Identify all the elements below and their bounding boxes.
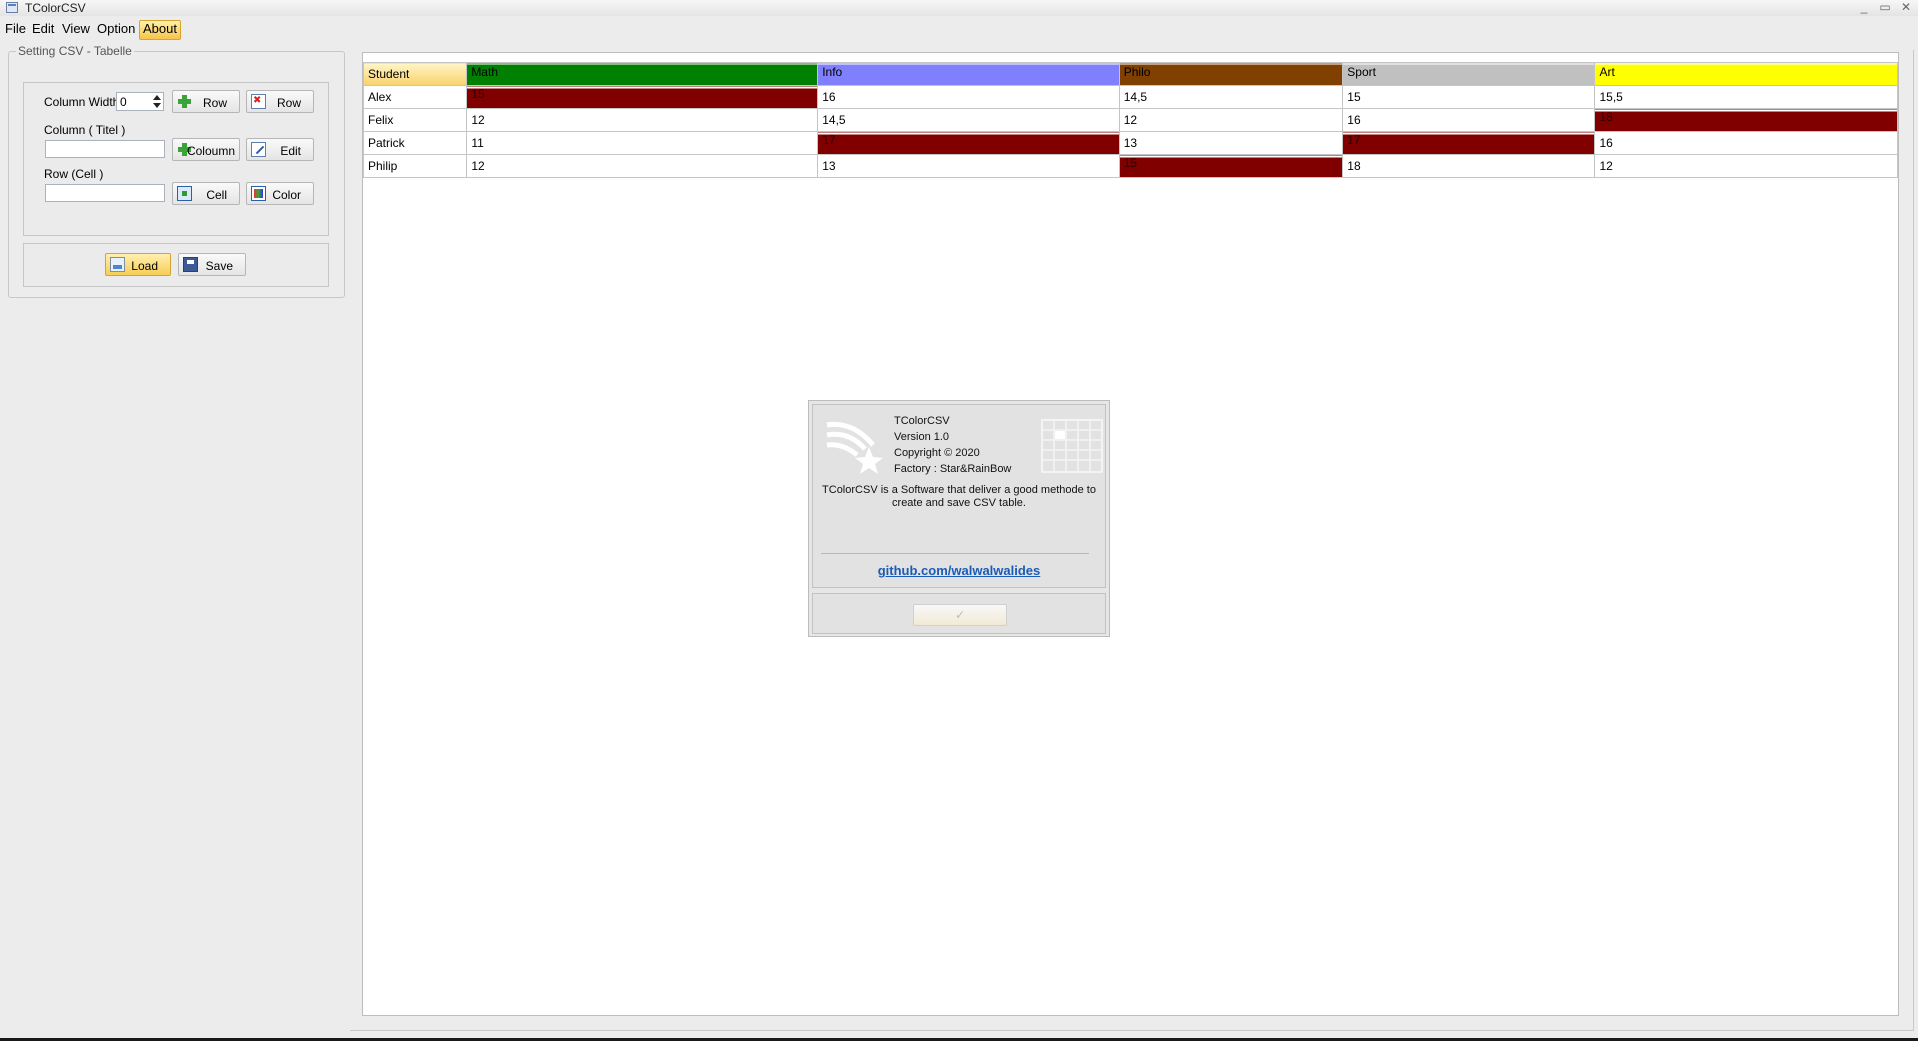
window-title: TColorCSV: [25, 1, 86, 15]
row-cell-label: Row (Cell ): [44, 167, 104, 181]
about-copyright: Copyright © 2020: [894, 447, 980, 459]
row-cell-input[interactable]: [45, 184, 165, 202]
menu-file[interactable]: File: [2, 20, 29, 38]
ok-button[interactable]: [913, 604, 1007, 626]
cell-icon: [177, 186, 192, 201]
grade-cell[interactable]: 12: [466, 108, 819, 132]
grade-cell[interactable]: 14,5: [1118, 85, 1344, 109]
minimize-icon[interactable]: _: [1855, 0, 1873, 14]
column-width-value: 0: [120, 95, 127, 109]
grade-cell[interactable]: 15: [1342, 85, 1596, 109]
grade-cell[interactable]: 15: [466, 85, 819, 109]
column-title-label: Column ( Titel ): [44, 123, 126, 137]
column-width-spinner[interactable]: 0: [116, 92, 164, 111]
about-button-panel: [812, 593, 1106, 634]
grade-cell[interactable]: 12: [466, 154, 819, 178]
grade-cell[interactable]: 18: [1594, 108, 1898, 132]
table-row[interactable]: Patrick 11 17 13 17 16: [362, 131, 1898, 155]
add-icon: [177, 94, 192, 109]
grade-cell[interactable]: 17: [817, 131, 1120, 155]
edit-column-button[interactable]: Edit: [246, 138, 314, 161]
about-content: TColorCSV Version 1.0 Copyright © 2020 F…: [812, 404, 1106, 588]
add-row-button[interactable]: Row: [172, 90, 240, 113]
github-link[interactable]: github.com/walwalwalides: [813, 563, 1105, 578]
save-icon: [183, 257, 198, 272]
delete-row-button[interactable]: Row: [246, 90, 314, 113]
grade-cell[interactable]: 18: [1342, 154, 1596, 178]
edit-label: Edit: [280, 144, 301, 158]
column-header-philo[interactable]: Philo: [1118, 62, 1344, 86]
student-name-cell[interactable]: Philip: [362, 154, 468, 178]
column-header-sport[interactable]: Sport: [1342, 62, 1596, 86]
table-logo-icon: [1041, 419, 1103, 473]
about-app-name: TColorCSV: [894, 415, 950, 427]
column-header-student[interactable]: Student: [362, 62, 468, 86]
title-bar: TColorCSV _ ▭ ✕: [0, 0, 1918, 16]
file-panel: [23, 243, 329, 287]
table-row[interactable]: Felix 12 14,5 12 16 18: [362, 108, 1898, 132]
menu-about[interactable]: About: [139, 20, 181, 40]
about-separator: [821, 553, 1089, 554]
color-label: Color: [272, 188, 301, 202]
maximize-icon[interactable]: ▭: [1876, 0, 1894, 14]
color-icon: [251, 186, 266, 201]
grade-cell[interactable]: 14,5: [817, 108, 1120, 132]
add-column-label: Coloumn: [186, 144, 235, 158]
grade-cell[interactable]: 17: [1342, 131, 1596, 155]
add-column-button[interactable]: Coloumn: [172, 138, 240, 161]
grade-cell[interactable]: 16: [1594, 131, 1898, 155]
about-description-1: TColorCSV is a Software that deliver a g…: [822, 484, 1096, 496]
column-width-label: Column Width: [44, 95, 120, 109]
cell-button[interactable]: Cell: [172, 182, 240, 205]
csv-table[interactable]: Student Math Info Philo Sport Art Alex 15 16 14,…: [362, 62, 1898, 178]
grade-cell[interactable]: 13: [1118, 131, 1344, 155]
grade-cell[interactable]: 15,5: [1594, 85, 1898, 109]
save-button[interactable]: Save: [178, 253, 246, 276]
menu-option[interactable]: Option: [94, 20, 138, 38]
about-version: Version 1.0: [894, 431, 950, 443]
grade-cell[interactable]: 11: [466, 131, 819, 155]
delete-icon: [251, 94, 266, 109]
about-dialog: TColorCSV Version 1.0 Copyright © 2020 F…: [808, 400, 1110, 637]
column-title-input[interactable]: [45, 140, 165, 158]
column-header-math[interactable]: Math: [466, 62, 819, 86]
student-name-cell[interactable]: Patrick: [362, 131, 468, 155]
grade-cell[interactable]: 16: [817, 85, 1120, 109]
spin-up-icon[interactable]: [153, 95, 161, 100]
grade-cell[interactable]: 13: [817, 154, 1120, 178]
star-rainbow-logo-icon: [826, 421, 883, 474]
header-row: Student Math Info Philo Sport Art: [362, 62, 1898, 86]
edit-icon: [251, 142, 266, 157]
load-icon: [110, 257, 125, 272]
grade-cell[interactable]: 16: [1342, 108, 1596, 132]
student-name-cell[interactable]: Alex: [362, 85, 468, 109]
column-header-info[interactable]: Info: [817, 62, 1120, 86]
about-description-2: create and save CSV table.: [892, 497, 1026, 509]
add-row-label: Row: [202, 96, 227, 110]
menu-edit[interactable]: Edit: [29, 20, 57, 38]
load-label: Load: [131, 259, 158, 273]
menu-view[interactable]: View: [59, 20, 93, 38]
close-icon[interactable]: ✕: [1897, 0, 1915, 14]
app-icon: [6, 2, 18, 13]
table-row[interactable]: Philip 12 13 15 18 12: [362, 154, 1898, 178]
grade-cell[interactable]: 15: [1118, 154, 1344, 178]
color-button[interactable]: Color: [246, 182, 314, 205]
grade-cell[interactable]: 12: [1118, 108, 1344, 132]
delete-row-label: Row: [276, 96, 301, 110]
table-row[interactable]: Alex 15 16 14,5 15 15,5: [362, 85, 1898, 109]
grade-cell[interactable]: 12: [1594, 154, 1898, 178]
spin-down-icon[interactable]: [153, 103, 161, 108]
save-label: Save: [205, 259, 233, 273]
student-name-cell[interactable]: Felix: [362, 108, 468, 132]
column-header-art[interactable]: Art: [1594, 62, 1898, 86]
settings-group-title: Setting CSV - Tabelle: [16, 44, 134, 58]
cell-label: Cell: [206, 188, 227, 202]
csv-grid[interactable]: Student Math Info Philo Sport Art Alex 15 16 14,…: [362, 52, 1899, 1016]
load-button[interactable]: Load: [105, 253, 171, 276]
about-factory: Factory : Star&RainBow: [894, 463, 1012, 475]
menu-bar: File Edit View Option About: [0, 18, 1918, 40]
